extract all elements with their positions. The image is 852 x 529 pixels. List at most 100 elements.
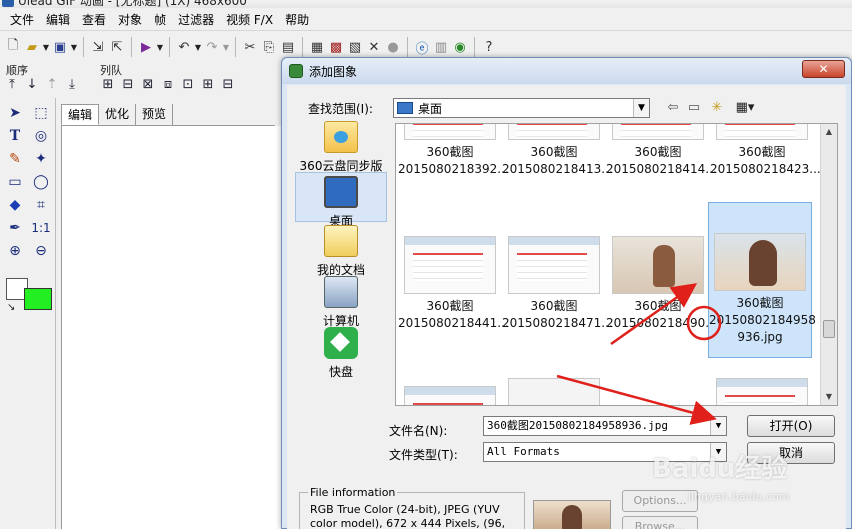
- pointer-tool-icon[interactable]: ➤: [5, 104, 25, 122]
- app-title: Ulead GIF 动画 - [无标题] (1X) 468x600: [18, 0, 247, 8]
- globe-icon[interactable]: ◉: [451, 38, 469, 56]
- tab-optimize[interactable]: 优化: [99, 104, 137, 125]
- zoom-in-icon[interactable]: ⊕: [5, 242, 25, 260]
- paste-icon[interactable]: ▤: [279, 38, 297, 56]
- new-folder-icon[interactable]: ✳: [708, 99, 726, 117]
- menu-edit[interactable]: 编辑: [40, 10, 76, 30]
- place-kuaipan[interactable]: 快盘: [295, 327, 387, 379]
- back-icon[interactable]: ⇦: [664, 99, 682, 117]
- chevron-down-icon[interactable]: ▼: [633, 99, 649, 117]
- preview-icon[interactable]: ▥: [432, 38, 450, 56]
- menu-object[interactable]: 对象: [112, 10, 148, 30]
- align-bottom-icon[interactable]: ⊞: [200, 77, 216, 93]
- menu-view[interactable]: 查看: [76, 10, 112, 30]
- scroll-thumb[interactable]: [823, 320, 835, 338]
- align-right-icon[interactable]: ⊟: [220, 77, 236, 93]
- actual-size-icon[interactable]: 1:1: [31, 219, 51, 237]
- export-icon[interactable]: ⇱: [108, 38, 126, 56]
- cut-icon[interactable]: ✂: [241, 38, 259, 56]
- wizard-icon[interactable]: ▶: [137, 38, 155, 56]
- crop-tool-icon[interactable]: ⌗: [31, 196, 51, 214]
- tools-icon[interactable]: ✕: [365, 38, 383, 56]
- foreground-color-swatch[interactable]: [24, 288, 52, 310]
- lookin-combo[interactable]: 桌面 ▼: [393, 98, 650, 118]
- align-middle-icon[interactable]: ⊡: [180, 77, 196, 93]
- file-item[interactable]: 360截图 2015080218441...: [398, 236, 509, 332]
- transform-tool-icon[interactable]: ◎: [31, 127, 51, 145]
- menu-frame[interactable]: 帧: [148, 10, 172, 30]
- swap-colors-icon[interactable]: ↘: [7, 302, 15, 313]
- chevron-down-icon[interactable]: ▼: [710, 417, 726, 435]
- chevron-down-icon[interactable]: ▼: [194, 43, 202, 52]
- optimize-icon[interactable]: ▧: [346, 38, 364, 56]
- select-tool-icon[interactable]: ⬚: [31, 104, 51, 122]
- align-top-icon[interactable]: ⊟: [120, 77, 136, 93]
- redo-icon[interactable]: ↷: [203, 38, 221, 56]
- file-item[interactable]: 360截图 2015080218423...: [710, 124, 821, 178]
- web-icon[interactable]: ⓔ: [413, 38, 431, 57]
- close-button[interactable]: ✕: [802, 60, 845, 78]
- eyedropper-icon[interactable]: ✒: [5, 219, 25, 237]
- chevron-down-icon[interactable]: ▼: [42, 43, 50, 52]
- filename-input[interactable]: 360截图20150802184958936.jpg ▼: [483, 416, 727, 436]
- file-item[interactable]: 360截图 2015080218413...: [502, 124, 613, 178]
- import-icon[interactable]: ⇲: [89, 38, 107, 56]
- bring-forward-icon[interactable]: ↓: [24, 77, 40, 93]
- file-item-selected[interactable]: 360截图 20150802184958 936.jpg: [708, 202, 816, 358]
- file-item[interactable]: 360截图 2015080218392...: [398, 124, 509, 178]
- add-image-icon[interactable]: ▩: [327, 38, 345, 56]
- options-button[interactable]: Options...: [622, 490, 698, 512]
- settings-icon[interactable]: ●: [384, 38, 402, 56]
- menu-video-fx[interactable]: 视频 F/X: [220, 10, 279, 30]
- open-folder-icon[interactable]: ▰: [23, 38, 41, 56]
- file-item[interactable]: 360截图 2015080218471...: [502, 236, 613, 332]
- magic-wand-icon[interactable]: ✦: [31, 150, 51, 168]
- menu-help[interactable]: 帮助: [279, 10, 315, 30]
- text-tool-icon[interactable]: T: [5, 127, 25, 145]
- help-icon[interactable]: ?: [480, 38, 498, 56]
- file-list[interactable]: 360截图 2015080218392... 360截图 20150802184…: [395, 123, 838, 406]
- align-left-icon[interactable]: ⊞: [100, 77, 116, 93]
- chevron-down-icon[interactable]: ▼: [156, 43, 164, 52]
- bring-to-front-icon[interactable]: ⤒: [4, 77, 20, 93]
- lasso-tool-icon[interactable]: ◯: [31, 173, 51, 191]
- new-file-icon[interactable]: 🗋: [4, 38, 22, 56]
- scroll-down-icon[interactable]: ▼: [821, 389, 837, 405]
- up-folder-icon[interactable]: ▭: [685, 99, 703, 117]
- tab-preview[interactable]: 预览: [136, 104, 174, 125]
- copy-icon[interactable]: ⎘: [260, 38, 278, 56]
- place-my-documents[interactable]: 我的文档: [295, 225, 387, 277]
- file-item[interactable]: 360截图 2015080218414...: [606, 124, 717, 178]
- distribute-icon[interactable]: ⊠: [140, 77, 156, 93]
- send-backward-icon[interactable]: ⇡: [44, 77, 60, 93]
- file-item[interactable]: [502, 378, 606, 405]
- edit-canvas[interactable]: [61, 126, 283, 529]
- undo-icon[interactable]: ↶: [175, 38, 193, 56]
- brush-tool-icon[interactable]: ✎: [5, 150, 25, 168]
- workspace: 编辑 优化 预览: [57, 98, 283, 529]
- tab-edit[interactable]: 编辑: [61, 104, 100, 125]
- scroll-up-icon[interactable]: ▲: [821, 124, 837, 140]
- chevron-down-icon[interactable]: ▼: [70, 43, 78, 52]
- view-menu-icon[interactable]: ▦▾: [731, 99, 759, 117]
- file-item[interactable]: 360截图 2015080218490...: [606, 236, 717, 332]
- chevron-down-icon[interactable]: ▼: [222, 43, 230, 52]
- toolbar-separator: [407, 37, 408, 57]
- zoom-out-icon[interactable]: ⊖: [31, 242, 51, 260]
- fill-tool-icon[interactable]: ◆: [5, 196, 25, 214]
- menu-file[interactable]: 文件: [4, 10, 40, 30]
- add-frame-icon[interactable]: ▦: [308, 38, 326, 56]
- save-icon[interactable]: ▣: [51, 38, 69, 56]
- file-item[interactable]: [398, 386, 502, 405]
- send-to-back-icon[interactable]: ⤓: [64, 77, 80, 93]
- place-computer[interactable]: 计算机: [295, 276, 387, 328]
- file-list-scrollbar[interactable]: ▲ ▼: [820, 124, 837, 405]
- eraser-tool-icon[interactable]: ▭: [5, 173, 25, 191]
- browse-button[interactable]: Browse...: [622, 516, 698, 529]
- menu-filter[interactable]: 过滤器: [172, 10, 220, 30]
- place-desktop[interactable]: 桌面: [295, 172, 387, 228]
- align-center-icon[interactable]: ⧈: [160, 77, 176, 93]
- place-360-cloud[interactable]: 360云盘同步版: [295, 121, 387, 173]
- open-button[interactable]: 打开(O): [747, 415, 835, 437]
- file-item[interactable]: [710, 378, 814, 405]
